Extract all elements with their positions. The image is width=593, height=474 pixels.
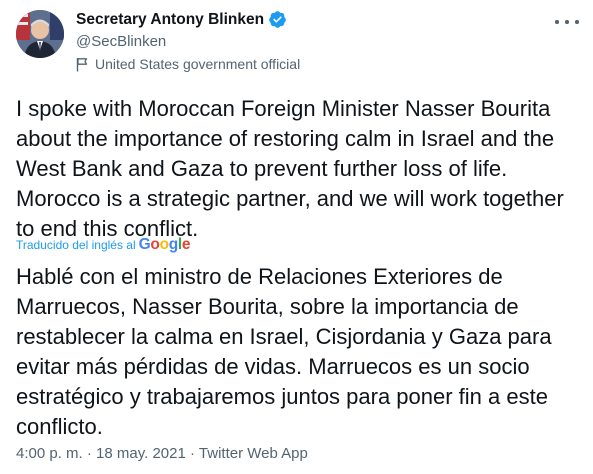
tweet-time[interactable]: 4:00 p. m.	[16, 445, 83, 462]
flag-icon	[76, 57, 88, 71]
translation-attribution-text: Traducido del inglés al	[16, 238, 136, 252]
meta-separator: ·	[86, 445, 92, 462]
verified-badge-icon	[269, 11, 286, 28]
account-label: United States government official	[76, 56, 300, 72]
tweet-date[interactable]: 18 may. 2021	[96, 445, 186, 462]
account-label-text: United States government official	[95, 56, 301, 72]
avatar[interactable]	[16, 10, 64, 58]
meta-separator: ·	[190, 445, 195, 462]
author-handle[interactable]: @SecBlinken	[76, 33, 166, 50]
more-dots-icon[interactable]	[555, 14, 579, 30]
author-name-row: Secretary Antony Blinken	[76, 10, 287, 29]
avatar-image	[16, 10, 64, 58]
tweet-source[interactable]: Twitter Web App	[199, 445, 308, 462]
translated-text: Hablé con el ministro de Relaciones Exte…	[16, 264, 552, 439]
google-logo: Google	[138, 236, 191, 253]
tweet-text: I spoke with Moroccan Foreign Minister N…	[16, 96, 564, 241]
tweet-meta: 4:00 p. m. · 18 may. 2021 · Twitter Web …	[16, 445, 308, 462]
author-name[interactable]: Secretary Antony Blinken	[76, 11, 264, 29]
translation-attribution[interactable]: Traducido del inglés al Google	[16, 236, 191, 254]
